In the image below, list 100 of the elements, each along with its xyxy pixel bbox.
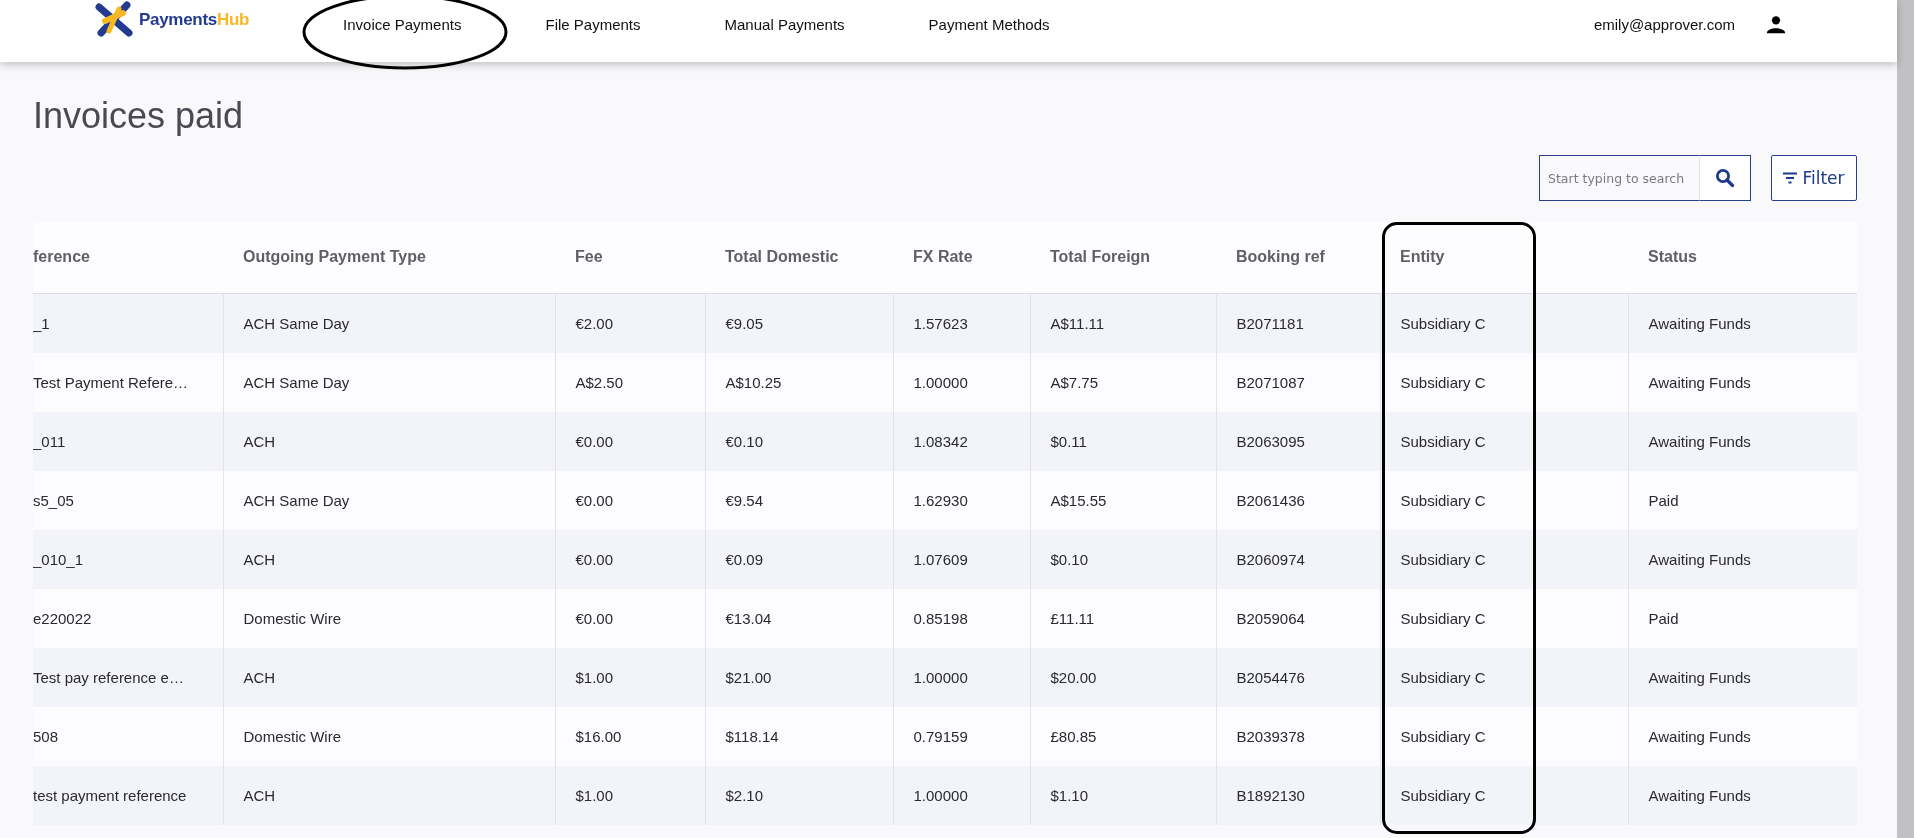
search-icon[interactable] [1715,168,1735,188]
table-cell: $1.10 [1050,786,1089,804]
table-cell: 0.79159 [913,727,968,745]
scrollbar[interactable] [1897,0,1914,838]
table-cell: ACH [243,786,276,804]
table-cell: $16.00 [575,727,622,745]
table-cell: ACH Same Day [243,314,350,332]
table-cell: B2060974 [1236,550,1305,568]
table-cell: Awaiting Funds [1648,373,1751,391]
table-cell: Awaiting Funds [1648,314,1751,332]
table-cell: Test Payment Refere… [33,373,189,391]
table-cell: A$11.11 [1050,314,1105,332]
table-cell: B2063095 [1236,432,1305,450]
table-cell: $20.00 [1050,668,1097,686]
table-cell: €9.54 [725,491,764,509]
table-cell: €0.10 [725,432,764,450]
table-cell: _010_1 [33,550,84,568]
table-cell: Subsidiary C [1400,550,1486,568]
table-cell: Subsidiary C [1400,668,1486,686]
table-cell: Paid [1648,491,1679,509]
logo-icon [95,1,133,39]
table-cell: Subsidiary C [1400,432,1486,450]
table-cell: s5_05 [33,491,74,509]
table-cell: B2071087 [1236,373,1305,391]
column-header[interactable]: ference [33,248,90,265]
table-cell: Awaiting Funds [1648,432,1751,450]
table-cell: $1.00 [575,668,614,686]
table-cell: _1 [33,314,50,332]
nav-link[interactable]: File Payments [545,16,641,33]
nav-link[interactable]: Invoice Payments [343,16,462,33]
table-cell: Awaiting Funds [1648,668,1751,686]
table-cell: Subsidiary C [1400,373,1486,391]
table-cell: Subsidiary C [1400,786,1486,804]
search-button[interactable] [1699,155,1751,201]
table-cell: B2061436 [1236,491,1305,509]
table-cell: A$2.50 [575,373,624,391]
table-cell: $1.00 [575,786,614,804]
table-cell: €13.04 [725,609,772,627]
column-header[interactable]: Total Domestic [725,248,839,265]
table-cell: test payment reference [33,786,187,804]
logo-text: PaymentsHub [139,10,250,30]
table-cell: Paid [1648,609,1679,627]
table-cell: 1.07609 [913,550,968,568]
filter-icon [1783,172,1798,184]
column-header[interactable]: FX Rate [913,248,973,265]
column-header[interactable]: Total Foreign [1050,248,1151,265]
table-cell: e220022 [33,609,92,627]
table-cell: A$7.75 [1050,373,1099,391]
user-email: emily@approver.com [1593,15,1735,33]
table-cell: B2059064 [1236,609,1305,627]
table-cell: Awaiting Funds [1648,550,1751,568]
table-cell: $21.00 [725,668,772,686]
user-icon[interactable] [1765,13,1787,35]
filter-button[interactable]: Filter [1771,155,1857,201]
table-cell: $0.11 [1050,432,1087,450]
column-header[interactable]: Status [1648,248,1697,265]
nav-link[interactable]: Payment Methods [928,16,1050,33]
table-cell: 1.62930 [913,491,968,509]
table-cell: Subsidiary C [1400,727,1486,745]
search-field[interactable]: Start typing to search [1539,155,1699,201]
table-cell: €0.00 [575,550,614,568]
table-cell: ACH [243,668,276,686]
table-cell: B1892130 [1236,786,1305,804]
table-cell: B2071181 [1236,314,1304,332]
table-cell: _011 [33,432,66,450]
table-cell: €9.05 [725,314,764,332]
table-cell: $2.10 [725,786,764,804]
table-cell: 508 [33,727,59,745]
table-cell: A$15.55 [1050,491,1107,509]
table-cell: €0.00 [575,491,614,509]
table-cell: $0.10 [1050,550,1089,568]
column-header[interactable]: Booking ref [1236,248,1325,265]
table-cell: 0.85198 [913,609,968,627]
table-cell: $118.14 [725,727,779,745]
table-cell: Subsidiary C [1400,491,1486,509]
table-cell: €0.00 [575,609,614,627]
table-cell: €0.00 [575,432,614,450]
table-cell: 1.00000 [913,786,968,804]
table-cell: ACH [243,432,276,450]
table-cell: B2039378 [1236,727,1305,745]
table-cell: Domestic Wire [243,609,341,627]
table-cell: 1.08342 [913,432,968,450]
table-cell: £80.85 [1050,727,1097,745]
table-cell: ACH Same Day [243,491,350,509]
table-cell: Subsidiary C [1400,314,1486,332]
page-title: Invoices paid [33,94,245,138]
table-cell: ACH [243,550,276,568]
table-cell: 1.57623 [913,314,968,332]
nav-link[interactable]: Manual Payments [724,16,845,33]
table-cell: 1.00000 [913,373,968,391]
table-cell: €2.00 [575,314,614,332]
table-cell: Test pay reference e… [33,668,184,686]
table-cell: Awaiting Funds [1648,727,1751,745]
table-cell: B2054476 [1236,668,1305,686]
table-cell: Awaiting Funds [1648,786,1751,804]
table-cell: £11.11 [1050,609,1095,627]
column-header[interactable]: Entity [1400,248,1445,265]
column-header[interactable]: Outgoing Payment Type [243,248,426,265]
table-cell: Subsidiary C [1400,609,1486,627]
column-header[interactable]: Fee [575,248,603,265]
